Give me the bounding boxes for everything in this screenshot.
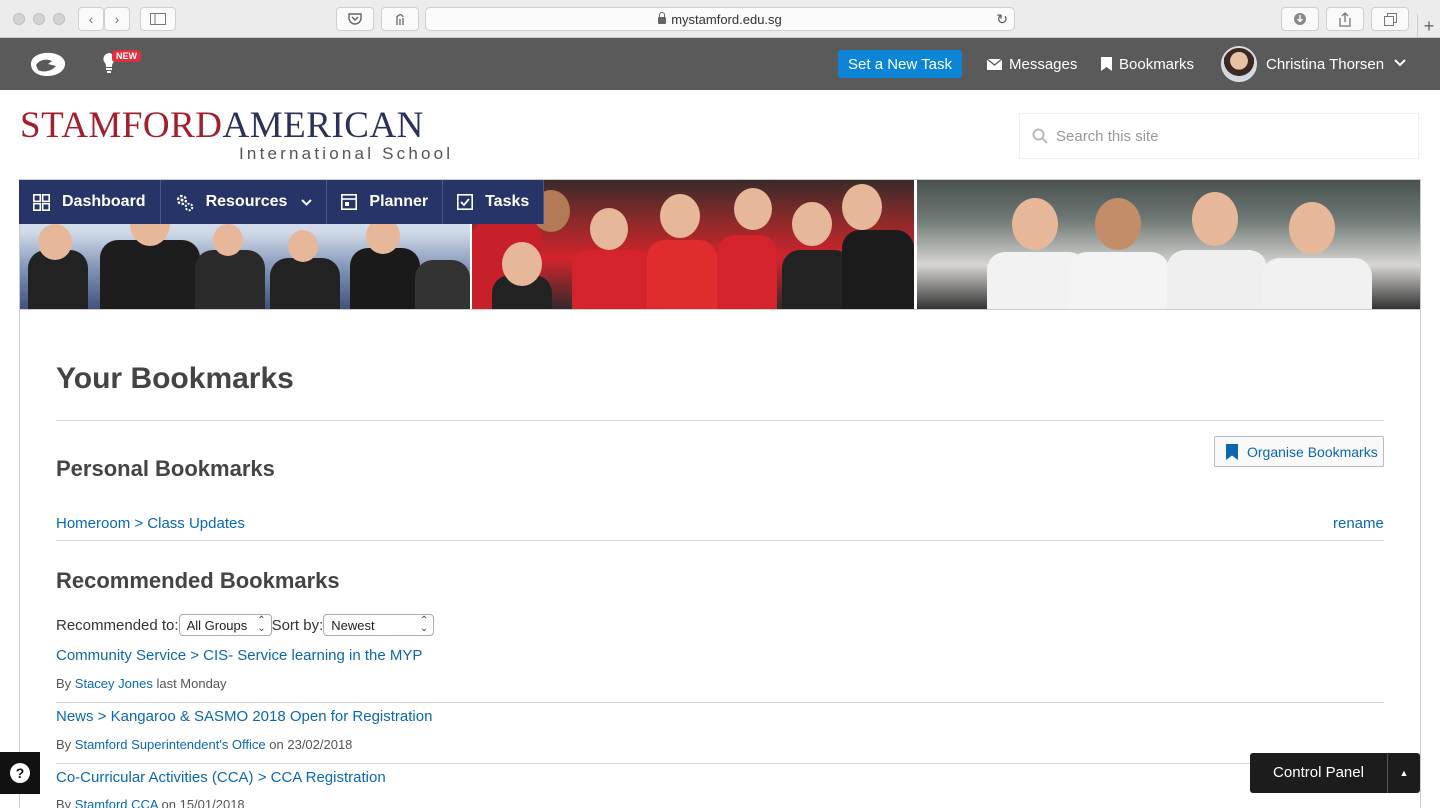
author-link[interactable]: Stamford CCA	[75, 797, 158, 808]
personal-bookmarks-heading: Personal Bookmarks	[56, 456, 275, 481]
bookmark-icon	[1101, 57, 1112, 71]
help-icon: ?	[10, 763, 30, 783]
help-button[interactable]: ?	[0, 752, 40, 794]
logo-subtitle: International School	[239, 144, 454, 163]
author-link[interactable]: Stamford Superintendent's Office	[75, 737, 266, 752]
window-close-button[interactable]	[13, 13, 25, 25]
gears-icon	[176, 194, 193, 211]
control-panel-button[interactable]: Control Panel ▲	[1250, 753, 1420, 793]
bookmark-byline: By Stacey Jones last Monday	[56, 676, 227, 691]
search-input[interactable]	[1056, 127, 1396, 145]
pocket-icon[interactable]	[336, 7, 374, 31]
chevron-down-icon[interactable]	[1394, 59, 1406, 67]
bookmarks-link[interactable]: Bookmarks	[1101, 52, 1194, 76]
tabs-icon[interactable]	[1371, 7, 1409, 31]
nav-item-label: Planner	[369, 193, 429, 210]
logo-word-stamford: STAMFORD	[20, 105, 223, 146]
organise-bookmarks-label: Organise Bookmarks	[1247, 443, 1378, 460]
nav-item-label: Resources	[205, 193, 288, 210]
row-divider	[56, 702, 1384, 703]
rename-link[interactable]: rename	[1333, 515, 1384, 532]
messages-label: Messages	[1009, 55, 1078, 73]
recommended-to-select[interactable]: All Groups ⌃ ⌄	[178, 614, 272, 636]
planner-icon	[341, 194, 358, 210]
recommended-bookmarks-heading: Recommended Bookmarks	[56, 568, 340, 593]
select-arrows-icon: ⌃ ⌄	[419, 615, 429, 634]
byline-date: on 23/02/2018	[269, 737, 353, 752]
title-divider	[56, 420, 1384, 421]
bookmarks-label: Bookmarks	[1119, 55, 1195, 73]
byline-date: last Monday	[156, 676, 227, 691]
reload-icon[interactable]: ↻	[996, 11, 1008, 28]
recommended-bookmark-link[interactable]: Community Service > CIS- Service learnin…	[56, 647, 422, 664]
sort-by-value: Newest	[331, 617, 375, 633]
app-logo-icon[interactable]	[28, 50, 68, 78]
nav-item-tasks[interactable]: Tasks	[443, 180, 545, 224]
back-icon[interactable]: ‹	[78, 7, 104, 31]
messages-link[interactable]: Messages	[987, 52, 1077, 76]
row-divider	[56, 763, 1384, 764]
site-search	[1019, 113, 1419, 159]
forward-icon[interactable]: ›	[104, 7, 130, 31]
author-link[interactable]: Stacey Jones	[75, 676, 153, 691]
nav-item-planner[interactable]: Planner	[327, 180, 444, 224]
select-arrows-icon: ⌃ ⌄	[257, 615, 266, 634]
user-name[interactable]: Christina Thorsen	[1266, 52, 1384, 76]
new-tab-icon[interactable]: +	[1417, 14, 1440, 38]
byline-prefix: By	[56, 737, 72, 752]
user-avatar[interactable]	[1221, 46, 1257, 82]
recommended-bookmark-link[interactable]: News > Kangaroo & SASMO 2018 Open for Re…	[56, 708, 432, 725]
byline-prefix: By	[56, 797, 72, 808]
nav-item-label: Tasks	[485, 193, 530, 210]
app-header-bar: NEW Set a New Task Messages Bookmarks Ch…	[0, 38, 1440, 90]
nav-item-dashboard[interactable]: Dashboard	[19, 180, 161, 224]
personal-bookmark-link[interactable]: Homeroom > Class Updates	[56, 515, 245, 532]
banner-photo-older-students	[917, 180, 1420, 309]
dashboard-grid-icon	[33, 193, 50, 211]
bookmark-icon	[1226, 443, 1238, 460]
page-title: Your Bookmarks	[56, 362, 294, 395]
sidebar-icon[interactable]	[140, 7, 176, 31]
caret-up-icon[interactable]: ▲	[1388, 768, 1420, 778]
logo-word-american: AMERICAN	[222, 105, 424, 146]
recommended-filters: Recommended to: All Groups ⌃ ⌄ Sort by: N…	[56, 614, 435, 636]
main-navigation: Dashboard Resources Planner Tasks	[19, 180, 545, 224]
bookmark-byline: By Stamford CCA on 15/01/2018	[56, 797, 245, 808]
byline-prefix: By	[56, 676, 72, 691]
extension-icon[interactable]	[381, 7, 419, 31]
byline-date: on 15/01/2018	[161, 797, 245, 808]
nav-item-label: Dashboard	[62, 193, 146, 210]
recommended-to-value: All Groups	[186, 617, 248, 633]
set-new-task-button[interactable]: Set a New Task	[838, 50, 962, 78]
browser-toolbar: ‹ › mystamford.edu.sg ↻ +	[0, 0, 1440, 38]
url-text: mystamford.edu.sg	[671, 11, 782, 27]
search-icon[interactable]	[1032, 128, 1048, 144]
organise-bookmarks-button[interactable]: Organise Bookmarks	[1214, 436, 1384, 467]
personal-divider	[56, 540, 1384, 541]
chevron-down-icon	[301, 198, 313, 206]
bookmark-byline: By Stamford Superintendent's Office on 2…	[56, 737, 352, 752]
recommended-bookmark-link[interactable]: Co-Curricular Activities (CCA) > CCA Reg…	[56, 769, 386, 786]
lock-icon	[658, 11, 667, 24]
nav-item-resources[interactable]: Resources	[161, 180, 328, 224]
recommended-to-label: Recommended to:	[56, 616, 179, 634]
window-zoom-button[interactable]	[53, 13, 65, 25]
window-minimize-button[interactable]	[33, 13, 45, 25]
download-icon[interactable]	[1281, 7, 1319, 31]
sort-by-label: Sort by:	[271, 616, 324, 634]
new-badge: NEW	[112, 50, 141, 62]
address-bar[interactable]: mystamford.edu.sg ↻	[425, 7, 1015, 31]
envelope-icon	[987, 58, 1002, 70]
school-logo[interactable]: STAMFORDAMERICAN International School	[20, 107, 450, 164]
control-panel-label: Control Panel	[1250, 753, 1388, 793]
share-icon[interactable]	[1326, 7, 1364, 31]
sort-by-select[interactable]: Newest ⌃ ⌄	[323, 614, 435, 636]
logo-wordmark: STAMFORDAMERICAN	[20, 107, 424, 145]
checkbox-icon	[457, 194, 474, 210]
